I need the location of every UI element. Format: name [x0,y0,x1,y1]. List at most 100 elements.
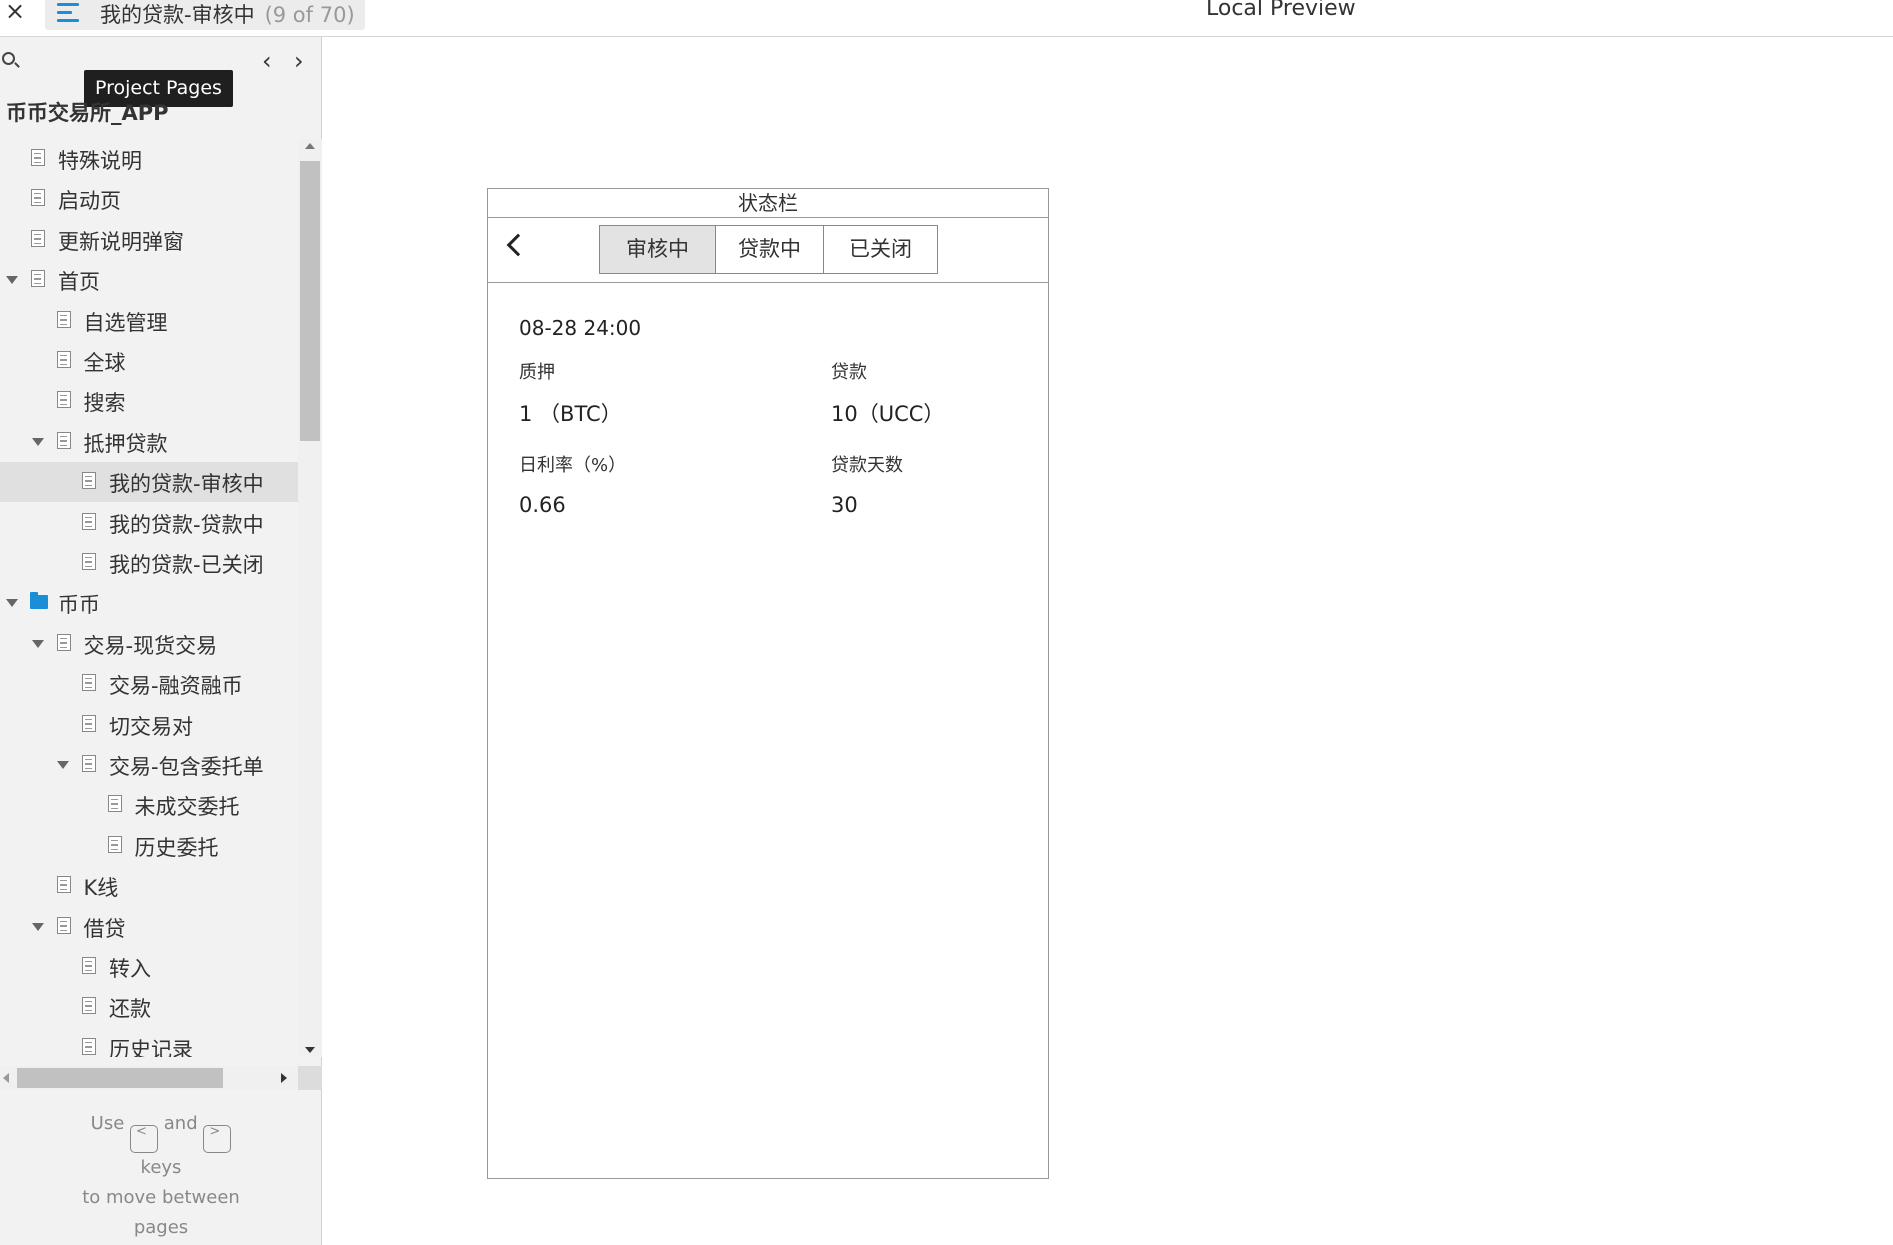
tree-item[interactable]: 历史委托 [0,826,298,866]
scroll-left-arrow-icon[interactable] [3,1073,9,1083]
page-icon [82,715,96,732]
page-icon [82,755,96,772]
page-tree: 特殊说明 启动页 更新说明弹窗 首页 自选管理 全球 搜索 抵押贷款 我的贷款-审核中 我的贷款-… [0,139,298,1057]
next-key-icon: > [203,1125,232,1153]
expand-arrow-icon[interactable] [57,761,69,769]
page-icon [31,149,45,166]
page-icon [31,230,45,247]
tree-item[interactable]: 未成交委托 [0,785,298,825]
loan-value: 10（UCC） [831,402,945,426]
tree-item-label: 交易-融资融币 [109,674,243,698]
page-icon [31,270,45,287]
tree-item[interactable]: 特殊说明 [0,139,298,179]
page-icon [82,957,96,974]
top-bar: × 我的贷款-审核中 (9 of 70) Local Preview [0,0,1893,37]
horizontal-scrollbar[interactable] [0,1066,298,1090]
tree-item-label: 交易-包含委托单 [109,755,264,779]
collateral-label: 质押 [519,362,555,383]
tree-item[interactable]: 交易-融资融币 [0,664,298,704]
tree-item-label: 交易-现货交易 [83,634,218,658]
tree-item-label: 借贷 [83,917,126,941]
tree-item-label: 转入 [109,957,151,981]
tree-item-label: 搜索 [83,391,126,415]
page-count: (9 of 70) [264,3,355,27]
vertical-scrollbar[interactable] [298,139,322,1057]
tree-item[interactable]: 还款 [0,987,298,1027]
tree-item-label: 历史记录 [109,1038,193,1057]
vertical-scroll-thumb[interactable] [300,161,320,441]
loan-label: 贷款 [831,362,867,383]
menu-icon[interactable] [57,3,79,23]
scroll-down-arrow-icon[interactable] [305,1047,315,1053]
page-icon [82,553,96,570]
help-line-4: pages [133,1217,189,1238]
tree-item[interactable]: 切交易对 [0,705,298,745]
page-icon [107,836,122,853]
tree-item-label: 切交易对 [109,715,193,739]
page-icon [82,513,96,530]
expand-arrow-icon[interactable] [31,640,44,648]
tree-item-label: 币币 [58,593,100,617]
page-icon [31,189,45,206]
tree-item[interactable]: 更新说明弹窗 [0,220,298,260]
tree-item[interactable]: 历史记录 [0,1028,298,1057]
tree-item-label: 全球 [83,351,126,375]
tree-item[interactable]: 我的贷款-贷款中 [0,503,298,543]
expand-arrow-icon[interactable] [31,438,44,446]
expand-arrow-icon[interactable] [6,599,18,607]
tree-item[interactable]: 转入 [0,947,298,987]
tree-item[interactable]: 搜索 [0,381,298,421]
tree-item-label: 历史委托 [134,836,219,860]
tree-item[interactable]: 我的贷款-审核中 [0,462,298,502]
tree-item-label: K线 [83,876,119,900]
keyboard-help: Use < and > keys to move between pages [0,1109,322,1243]
loan-header: 审核中 贷款中 已关闭 [488,218,1048,283]
close-icon[interactable]: × [5,0,25,25]
tree-item-label: 更新说明弹窗 [58,230,184,254]
previous-page-button[interactable]: ‹ [262,49,272,73]
tree-item[interactable]: 交易-包含委托单 [0,745,298,785]
phone-mockup: 状态栏 审核中 贷款中 已关闭 08-28 24:00 质押 1 （BTC） 贷… [487,188,1049,1179]
tab-closed[interactable]: 已关闭 [823,226,937,273]
tree-item[interactable]: 启动页 [0,179,298,219]
prev-key-icon: < [130,1125,159,1153]
page-icon [56,351,71,368]
page-icon [82,1038,96,1055]
daily-rate-value: 0.66 [519,493,566,517]
tree-item[interactable]: 抵押贷款 [0,422,298,462]
project-pages-sidebar: Project Pages ‹ › 币币交易所_APP 特殊说明 启动页 更新说明弹… [0,37,322,1245]
tree-item[interactable]: 交易-现货交易 [0,624,298,664]
tree-item[interactable]: 自选管理 [0,301,298,341]
tree-item[interactable]: 全球 [0,341,298,381]
page-icon [107,795,122,812]
page-icon [56,917,71,934]
preview-title: Local Preview [1206,0,1356,21]
tree-item-label: 未成交委托 [134,795,240,819]
back-arrow-icon[interactable] [506,233,530,257]
tree-item-label: 首页 [58,270,100,294]
tab-in-loan[interactable]: 贷款中 [715,226,823,273]
tree-item[interactable]: 币币 [0,583,298,623]
page-icon [56,311,71,328]
search-icon[interactable] [2,52,15,65]
tree-item[interactable]: K线 [0,866,298,906]
current-page-title: 我的贷款-审核中 (9 of 70) [100,0,355,29]
tree-item[interactable]: 借贷 [0,907,298,947]
tree-item-label: 我的贷款-贷款中 [109,513,264,537]
tree-item[interactable]: 我的贷款-已关闭 [0,543,298,583]
page-icon [56,876,71,893]
current-page-selector[interactable]: 我的贷款-审核中 (9 of 70) [45,0,365,30]
scroll-right-arrow-icon[interactable] [281,1073,287,1083]
expand-arrow-icon[interactable] [31,923,44,931]
loan-days-value: 30 [831,493,858,517]
page-icon [82,674,96,691]
scroll-up-arrow-icon[interactable] [305,143,315,149]
tab-under-review[interactable]: 审核中 [600,226,715,273]
horizontal-scroll-thumb[interactable] [17,1068,223,1088]
expand-arrow-icon[interactable] [6,276,18,284]
tree-item-label: 特殊说明 [58,149,142,173]
daily-rate-label: 日利率（%） [519,455,627,476]
tree-item[interactable]: 首页 [0,260,298,300]
next-page-button[interactable]: › [294,49,304,73]
tree-item-label: 抵押贷款 [83,432,168,456]
